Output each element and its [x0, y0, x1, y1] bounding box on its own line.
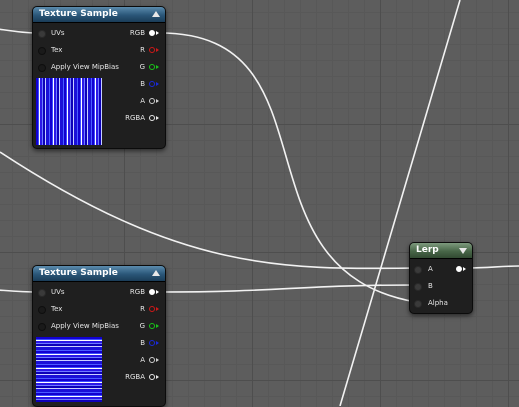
g-output-pin[interactable] — [149, 323, 155, 329]
collapse-up-icon[interactable] — [152, 270, 160, 276]
lerp-b-label: B — [428, 282, 433, 290]
texture-sample-node-1-header[interactable]: Texture Sample — [33, 7, 165, 23]
lerp-a-input-pin[interactable] — [414, 266, 422, 274]
a-output-pin[interactable] — [149, 357, 155, 363]
output-arrow-icon — [156, 81, 159, 86]
collapse-down-icon[interactable] — [459, 248, 467, 254]
a-label: A — [140, 356, 145, 364]
uvs-label: UVs — [51, 288, 65, 296]
rgba-label: RGBA — [125, 373, 145, 381]
node-title: Lerp — [416, 245, 439, 255]
tex-label: Tex — [51, 46, 63, 54]
lerp-alpha-input-pin[interactable] — [414, 300, 422, 308]
b-label: B — [140, 80, 145, 88]
lerp-output-pin[interactable] — [456, 266, 462, 272]
rgba-label: RGBA — [125, 114, 145, 122]
r-label: R — [140, 46, 145, 54]
rgba-output-pin[interactable] — [149, 374, 155, 380]
mipbias-label: Apply View MipBias — [51, 322, 119, 330]
a-output-pin[interactable] — [149, 98, 155, 104]
texture-sample-node-1[interactable]: Texture Sample UVs Tex Apply View MipBia… — [32, 6, 166, 149]
lerp-alpha-label: Alpha — [428, 299, 448, 307]
output-arrow-icon — [156, 47, 159, 52]
lerp-node[interactable]: Lerp A B Alpha — [409, 242, 473, 314]
g-output-pin[interactable] — [149, 64, 155, 70]
rgb-label: RGB — [129, 288, 145, 296]
texture-sample-node-2-header[interactable]: Texture Sample — [33, 266, 165, 282]
output-arrow-icon — [156, 306, 159, 311]
b-label: B — [140, 339, 145, 347]
lerp-node-header[interactable]: Lerp — [410, 243, 472, 259]
output-arrow-icon — [156, 323, 159, 328]
r-output-pin[interactable] — [149, 306, 155, 312]
wire-offscreen-diagonal[interactable] — [339, 0, 461, 406]
g-label: G — [139, 63, 145, 71]
rgb-label: RGB — [129, 29, 145, 37]
output-arrow-icon — [463, 266, 466, 271]
node-title: Texture Sample — [39, 268, 118, 278]
output-arrow-icon — [156, 357, 159, 362]
wire-rgb1-to-lerp-alpha[interactable] — [159, 32, 417, 303]
wire-offscreen-to-lerp-a[interactable] — [0, 151, 417, 270]
output-arrow-icon — [156, 98, 159, 103]
output-arrow-icon — [156, 64, 159, 69]
uvs-label: UVs — [51, 29, 65, 37]
texture-preview-thumbnail — [36, 337, 102, 402]
wire-lerp-output[interactable] — [465, 265, 519, 269]
wire-offscreen-to-uvs-1[interactable] — [0, 28, 37, 34]
rgba-output-pin[interactable] — [149, 115, 155, 121]
collapse-up-icon[interactable] — [152, 11, 160, 17]
node-title: Texture Sample — [39, 9, 118, 19]
texture-preview-thumbnail — [36, 78, 102, 145]
tex-input-pin[interactable] — [38, 306, 46, 314]
r-label: R — [140, 305, 145, 313]
wire-offscreen-to-uvs-2[interactable] — [0, 289, 37, 293]
g-label: G — [139, 322, 145, 330]
output-arrow-icon — [156, 374, 159, 379]
rgb-output-pin[interactable] — [149, 289, 155, 295]
lerp-b-input-pin[interactable] — [414, 283, 422, 291]
a-label: A — [140, 97, 145, 105]
uvs-input-pin[interactable] — [38, 30, 46, 38]
lerp-a-label: A — [428, 265, 433, 273]
tex-input-pin[interactable] — [38, 47, 46, 55]
uvs-input-pin[interactable] — [38, 289, 46, 297]
output-arrow-icon — [156, 30, 159, 35]
mipbias-input-pin[interactable] — [38, 64, 46, 72]
mipbias-input-pin[interactable] — [38, 323, 46, 331]
rgb-output-pin[interactable] — [149, 30, 155, 36]
output-arrow-icon — [156, 289, 159, 294]
mipbias-label: Apply View MipBias — [51, 63, 119, 71]
output-arrow-icon — [156, 340, 159, 345]
texture-sample-node-2[interactable]: Texture Sample UVs Tex Apply View MipBia… — [32, 265, 166, 407]
r-output-pin[interactable] — [149, 47, 155, 53]
b-output-pin[interactable] — [149, 340, 155, 346]
tex-label: Tex — [51, 305, 63, 313]
b-output-pin[interactable] — [149, 81, 155, 87]
output-arrow-icon — [156, 115, 159, 120]
